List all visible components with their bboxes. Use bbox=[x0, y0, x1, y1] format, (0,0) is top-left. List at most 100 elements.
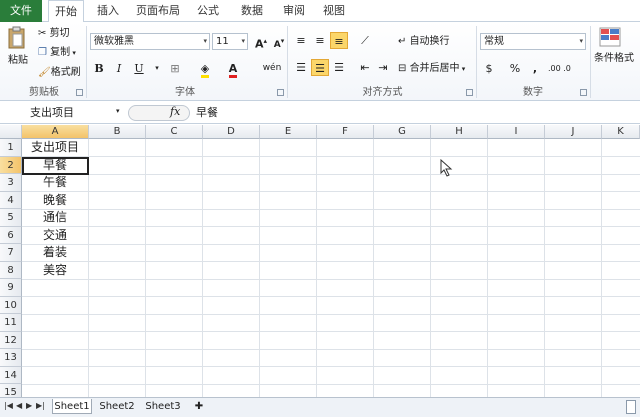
row-header[interactable]: 11 bbox=[0, 314, 22, 332]
column-header[interactable]: K bbox=[602, 125, 640, 139]
column-header[interactable]: H bbox=[431, 125, 488, 139]
row-header[interactable]: 13 bbox=[0, 349, 22, 367]
first-sheet-icon[interactable]: |◀ bbox=[4, 401, 13, 410]
clipboard-launcher-icon[interactable] bbox=[76, 89, 83, 96]
sheet-tab[interactable]: Sheet3 bbox=[142, 399, 184, 414]
number-format-combo[interactable]: 常规 ▾ bbox=[480, 33, 586, 50]
underline-button[interactable]: U bbox=[130, 60, 148, 77]
tab-formulas[interactable]: 公式 bbox=[192, 0, 224, 22]
cell-a8[interactable]: 美容 bbox=[22, 262, 88, 279]
font-size-combo[interactable]: 11 ▾ bbox=[212, 33, 248, 50]
select-all-corner[interactable] bbox=[0, 125, 22, 139]
shrink-font-button[interactable]: A▾ bbox=[270, 33, 288, 50]
tab-page-layout[interactable]: 页面布局 bbox=[132, 0, 184, 22]
gridline bbox=[601, 139, 602, 397]
row-header[interactable]: 15 bbox=[0, 384, 22, 397]
number-launcher-icon[interactable] bbox=[580, 89, 587, 96]
row-header[interactable]: 4 bbox=[0, 191, 22, 209]
font-launcher-icon[interactable] bbox=[277, 89, 284, 96]
cell-a3[interactable]: 午餐 bbox=[22, 174, 88, 191]
row-header[interactable]: 12 bbox=[0, 331, 22, 349]
cell-a7[interactable]: 着装 bbox=[22, 244, 88, 261]
fill-color-icon[interactable]: ◈ bbox=[196, 60, 214, 78]
row-header[interactable]: 5 bbox=[0, 209, 22, 227]
name-box[interactable]: 支出项目 bbox=[2, 105, 124, 121]
row-header[interactable]: 10 bbox=[0, 296, 22, 314]
next-sheet-icon[interactable]: ▶ bbox=[26, 401, 32, 410]
cell-a1[interactable]: 支出项目 bbox=[22, 139, 88, 156]
wrap-text-button[interactable]: ↵ 自动换行 bbox=[398, 35, 450, 49]
pinyin-icon[interactable]: wén bbox=[260, 60, 284, 77]
row-header[interactable]: 6 bbox=[0, 226, 22, 244]
formula-input[interactable]: 早餐 bbox=[196, 105, 218, 121]
align-left-icon[interactable]: ☰ bbox=[292, 59, 310, 76]
tab-data[interactable]: 数据 bbox=[236, 0, 268, 22]
row-header[interactable]: 3 bbox=[0, 174, 22, 192]
gridline bbox=[202, 139, 203, 397]
decrease-indent-icon[interactable]: ⇤ bbox=[356, 59, 374, 76]
font-color-icon[interactable]: A bbox=[224, 60, 242, 78]
row-header[interactable]: 14 bbox=[0, 366, 22, 384]
copy-button[interactable]: ❐ 复制 ▾ bbox=[38, 46, 76, 60]
formula-bar: 支出项目 ▾ fx 早餐 bbox=[0, 102, 640, 124]
column-header[interactable]: E bbox=[260, 125, 317, 139]
conditional-format-icon[interactable] bbox=[598, 26, 628, 53]
increase-indent-icon[interactable]: ⇥ bbox=[374, 59, 392, 76]
column-header[interactable]: I bbox=[488, 125, 545, 139]
align-right-icon[interactable]: ☰ bbox=[330, 59, 348, 76]
cut-button[interactable]: ✂ 剪切 bbox=[38, 27, 70, 41]
column-header[interactable]: B bbox=[89, 125, 146, 139]
row-header[interactable]: 2 bbox=[0, 156, 22, 174]
tab-home[interactable]: 开始 bbox=[48, 0, 84, 23]
fx-icon[interactable]: fx bbox=[170, 105, 180, 118]
row-header[interactable]: 7 bbox=[0, 244, 22, 262]
alignment-launcher-icon[interactable] bbox=[466, 89, 473, 96]
grow-font-button[interactable]: A▴ bbox=[252, 33, 270, 51]
merge-icon: ⊟ bbox=[398, 63, 410, 74]
row-header[interactable]: 9 bbox=[0, 279, 22, 297]
column-header[interactable]: D bbox=[203, 125, 260, 139]
clipboard-icon bbox=[8, 26, 25, 49]
tab-view[interactable]: 视图 bbox=[318, 0, 350, 22]
tab-insert[interactable]: 插入 bbox=[92, 0, 124, 22]
font-name-combo[interactable]: 微软雅黑 ▾ bbox=[90, 33, 210, 50]
chevron-down-icon[interactable]: ▾ bbox=[116, 107, 120, 115]
cell-a6[interactable]: 交通 bbox=[22, 227, 88, 244]
row-header[interactable]: 8 bbox=[0, 261, 22, 279]
worksheet-grid[interactable]: A B C D E F G H I J K 1 2 3 4 5 6 7 8 9 … bbox=[0, 125, 640, 397]
insert-sheet-icon[interactable]: ✚ bbox=[190, 399, 208, 414]
comma-button[interactable]: , bbox=[526, 60, 544, 77]
format-painter-button[interactable]: 🖌格式刷 bbox=[38, 66, 81, 80]
sheet-tab[interactable]: Sheet1 bbox=[52, 399, 92, 414]
sheet-tab[interactable]: Sheet2 bbox=[96, 399, 138, 414]
orientation-icon[interactable]: ⟋ bbox=[356, 32, 374, 49]
cell-a5[interactable]: 通信 bbox=[22, 209, 88, 226]
percent-button[interactable]: % bbox=[506, 60, 524, 77]
align-top-icon[interactable]: ≡ bbox=[292, 32, 310, 49]
currency-icon[interactable]: $ bbox=[480, 60, 498, 77]
bold-button[interactable]: B bbox=[90, 60, 108, 77]
row-header[interactable]: 1 bbox=[0, 139, 22, 157]
border-icon[interactable]: ⊞ bbox=[166, 60, 184, 77]
column-header[interactable]: F bbox=[317, 125, 374, 139]
align-bottom-icon[interactable]: ≡ bbox=[330, 32, 348, 49]
column-header[interactable]: J bbox=[545, 125, 602, 139]
align-center-icon[interactable]: ☰ bbox=[311, 59, 329, 76]
gridline bbox=[145, 139, 146, 397]
decimal-buttons[interactable]: .00 .0 bbox=[548, 62, 571, 76]
chevron-down-icon[interactable]: ▾ bbox=[148, 60, 166, 77]
cell-a4[interactable]: 晚餐 bbox=[22, 192, 88, 209]
tab-review[interactable]: 审阅 bbox=[278, 0, 310, 22]
column-header[interactable]: C bbox=[146, 125, 203, 139]
italic-button[interactable]: I bbox=[110, 60, 128, 77]
column-header[interactable]: A bbox=[22, 125, 89, 139]
last-sheet-icon[interactable]: ▶| bbox=[36, 401, 45, 410]
prev-sheet-icon[interactable]: ◀ bbox=[16, 401, 22, 410]
scrollbar-handle[interactable] bbox=[626, 400, 636, 414]
align-middle-icon[interactable]: ≡ bbox=[311, 32, 329, 49]
merge-center-button[interactable]: ⊟ 合并后居中 ▾ bbox=[398, 62, 465, 76]
tab-file[interactable]: 文件 bbox=[0, 0, 42, 22]
gridline bbox=[316, 139, 317, 397]
conditional-format-button[interactable]: 条件格式 bbox=[594, 52, 634, 66]
column-header[interactable]: G bbox=[374, 125, 431, 139]
